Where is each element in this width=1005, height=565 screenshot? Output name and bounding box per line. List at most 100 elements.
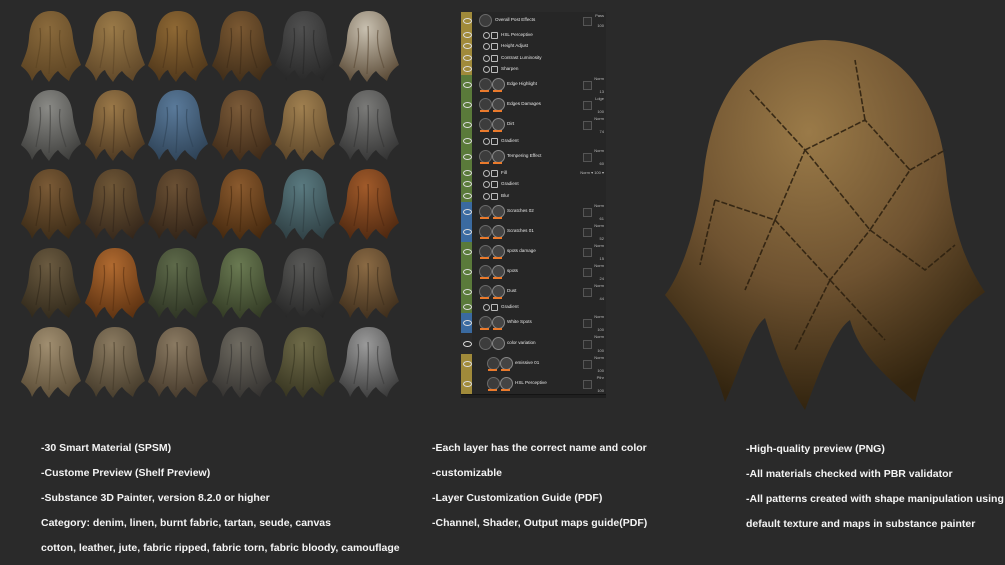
- visibility-eye-icon[interactable]: [463, 288, 472, 295]
- material-swatch[interactable]: [84, 87, 146, 161]
- layer-checkbox[interactable]: [583, 152, 592, 162]
- material-swatch[interactable]: [20, 324, 82, 398]
- material-swatch[interactable]: [274, 166, 336, 240]
- effect-visibility-icon[interactable]: [483, 181, 490, 189]
- material-swatch[interactable]: [211, 166, 273, 240]
- opacity-value[interactable]: 15: [594, 256, 604, 261]
- material-swatch[interactable]: [147, 324, 209, 398]
- visibility-eye-icon[interactable]: [463, 169, 472, 176]
- material-swatch[interactable]: [211, 87, 273, 161]
- layer-stack-panel[interactable]: Overall Post Effects Pass 100 HSL Perceptiv…: [461, 12, 606, 398]
- visibility-eye-icon[interactable]: [463, 208, 472, 215]
- visibility-eye-icon[interactable]: [463, 122, 472, 128]
- layer-row[interactable]: Scratches 02 Norm 61: [461, 201, 606, 223]
- blend-and-opacity[interactable]: Pass 100: [595, 13, 604, 28]
- blend-and-opacity[interactable]: Norm 13: [594, 76, 604, 94]
- material-swatch[interactable]: [147, 166, 209, 240]
- layer-checkbox[interactable]: [583, 319, 592, 328]
- material-swatch[interactable]: [84, 166, 146, 240]
- opacity-value[interactable]: 24: [594, 276, 604, 281]
- material-swatch[interactable]: [20, 8, 82, 82]
- blend-and-opacity[interactable]: Norm 100: [594, 355, 604, 373]
- material-swatch[interactable]: [211, 8, 273, 82]
- material-swatch[interactable]: [84, 245, 146, 319]
- visibility-eye-icon[interactable]: [463, 320, 472, 326]
- layer-row[interactable]: Dust Norm 44: [461, 281, 606, 303]
- layer-checkbox[interactable]: [583, 207, 592, 217]
- layer-checkbox[interactable]: [583, 267, 592, 277]
- blend-mode[interactable]: Norm: [594, 334, 604, 339]
- layer-checkbox[interactable]: [583, 121, 592, 130]
- visibility-eye-icon[interactable]: [463, 248, 472, 255]
- blend-and-opacity[interactable]: Norm 60: [594, 148, 604, 166]
- layer-checkbox[interactable]: [583, 16, 592, 26]
- blend-mode[interactable]: Norm: [594, 283, 604, 288]
- visibility-eye-icon[interactable]: [463, 361, 472, 367]
- blend-mode[interactable]: Norm: [594, 263, 604, 268]
- effect-visibility-icon[interactable]: [483, 192, 490, 200]
- material-swatch[interactable]: [338, 166, 400, 240]
- opacity-value[interactable]: 100: [594, 348, 604, 353]
- effect-visibility-icon[interactable]: [483, 66, 490, 74]
- layer-checkbox[interactable]: [583, 247, 592, 257]
- blend-and-opacity[interactable]: Pthr 100: [597, 375, 604, 393]
- opacity-value[interactable]: 100: [595, 23, 604, 28]
- blend-and-opacity[interactable]: Norm 52: [594, 223, 604, 241]
- visibility-eye-icon[interactable]: [463, 102, 472, 108]
- material-swatch[interactable]: [211, 245, 273, 319]
- layer-row[interactable]: Scratches 01 Norm 52: [461, 221, 606, 243]
- opacity-value[interactable]: 100: [594, 327, 604, 332]
- layer-checkbox[interactable]: [583, 360, 592, 369]
- blend-and-opacity[interactable]: Norm 61: [594, 203, 604, 221]
- material-swatch[interactable]: [147, 8, 209, 82]
- layer-row[interactable]: spots Norm 24: [461, 261, 606, 283]
- opacity-value[interactable]: 100: [594, 368, 604, 373]
- layer-row[interactable]: spots damage Norm 15: [461, 241, 606, 263]
- material-swatch[interactable]: [20, 166, 82, 240]
- visibility-eye-icon[interactable]: [463, 381, 472, 387]
- layer-row[interactable]: Edges Damages Ldge 100: [461, 95, 606, 116]
- material-swatch[interactable]: [84, 8, 146, 82]
- material-swatch[interactable]: [338, 245, 400, 319]
- blend-mode[interactable]: Norm: [594, 116, 604, 121]
- blend-mode[interactable]: Norm: [594, 355, 604, 360]
- layer-row[interactable]: Tempering Effect Norm 60: [461, 146, 606, 168]
- blend-and-opacity[interactable]: Norm 24: [594, 263, 604, 281]
- opacity-value[interactable]: 60: [594, 161, 604, 166]
- blend-and-opacity[interactable]: Norm 74: [594, 116, 604, 134]
- visibility-eye-icon[interactable]: [463, 17, 472, 24]
- material-swatch[interactable]: [211, 324, 273, 398]
- effect-visibility-icon[interactable]: [483, 169, 490, 177]
- blend-and-opacity[interactable]: Norm 15: [594, 243, 604, 261]
- visibility-eye-icon[interactable]: [463, 228, 472, 235]
- layer-row[interactable]: emissive 01 Norm 100: [461, 354, 606, 375]
- layer-row[interactable]: White Spots Norm 100: [461, 313, 606, 334]
- blend-mode[interactable]: Pass: [595, 13, 604, 18]
- visibility-eye-icon[interactable]: [463, 192, 472, 199]
- material-swatch[interactable]: [20, 245, 82, 319]
- visibility-eye-icon[interactable]: [463, 82, 472, 88]
- blend-mode[interactable]: Norm: [594, 76, 604, 81]
- effect-visibility-icon[interactable]: [483, 43, 490, 51]
- blend-and-opacity[interactable]: Norm 100: [594, 334, 604, 353]
- blend-mode[interactable]: Norm: [594, 223, 604, 228]
- blend-and-opacity[interactable]: Norm 44: [594, 283, 604, 301]
- opacity-value[interactable]: 13: [594, 89, 604, 94]
- visibility-eye-icon[interactable]: [463, 268, 472, 275]
- material-swatch[interactable]: [147, 87, 209, 161]
- opacity-value[interactable]: 100: [595, 109, 604, 114]
- opacity-value[interactable]: 74: [594, 129, 604, 134]
- layer-checkbox[interactable]: [583, 81, 592, 90]
- visibility-eye-icon[interactable]: [463, 153, 472, 160]
- opacity-value[interactable]: 44: [594, 296, 604, 301]
- blend-mode[interactable]: Ldge: [595, 96, 604, 101]
- visibility-eye-icon[interactable]: [463, 340, 472, 347]
- material-swatch[interactable]: [274, 324, 336, 398]
- material-swatch[interactable]: [338, 87, 400, 161]
- visibility-eye-icon[interactable]: [463, 54, 472, 61]
- opacity-value[interactable]: 52: [594, 236, 604, 241]
- visibility-eye-icon[interactable]: [463, 31, 472, 38]
- blend-mode-select[interactable]: Norm ▾ 100 ▾: [580, 170, 604, 175]
- blend-mode[interactable]: Norm: [594, 243, 604, 248]
- effect-visibility-icon[interactable]: [483, 137, 490, 145]
